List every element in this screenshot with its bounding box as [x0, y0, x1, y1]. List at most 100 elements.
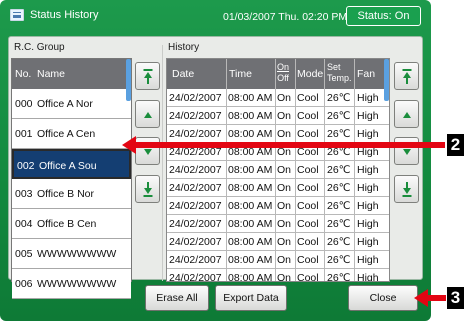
cell-time: 08:00 AM [228, 200, 273, 212]
cell-fan: High [357, 110, 379, 122]
cell-mode: Cool [297, 200, 319, 212]
export-data-button[interactable]: Export Data [215, 285, 287, 311]
rc-row-no: 004 [15, 218, 33, 230]
cell-time: 08:00 AM [228, 182, 273, 194]
rc-row-no: 000 [15, 98, 33, 110]
rc-group-row-000[interactable]: 000 Office A Nor [12, 89, 131, 119]
page-down-icon [143, 188, 152, 194]
history-page-down-button[interactable] [394, 175, 419, 203]
rc-group-row-003[interactable]: 003 Office B Nor [12, 179, 131, 209]
rc-row-no: 005 [15, 248, 33, 260]
cell-onoff: On [277, 218, 292, 230]
page-up-bar [402, 69, 411, 71]
history-page-up-button[interactable] [394, 62, 419, 90]
cell-time: 08:00 AM [228, 164, 273, 176]
history-scrollbar[interactable] [384, 59, 389, 101]
history-row: 24/02/2007 08:00 AM On Cool 26℃ High [167, 179, 389, 197]
title-bar: Status History 01/03/2007 Thu. 02:20 PM … [0, 0, 431, 32]
rc-group-row-004[interactable]: 004 Office B Cen [12, 209, 131, 239]
history-row: 24/02/2007 08:00 AM On Cool 26℃ High [167, 125, 389, 143]
cell-fan: High [357, 128, 379, 140]
header-off: Off [277, 73, 289, 83]
history-row: 24/02/2007 08:00 AM On Cool 26℃ High [167, 161, 389, 179]
rc-list-scrollbar[interactable] [126, 59, 131, 101]
status-history-window: Status History 01/03/2007 Thu. 02:20 PM … [0, 0, 431, 321]
history-row: 24/02/2007 08:00 AM On Cool 26℃ High [167, 89, 389, 107]
page-down-bar [143, 195, 152, 197]
rc-row-no: 006 [15, 278, 33, 290]
cell-onoff: On [277, 236, 292, 248]
page-up-bar [143, 69, 152, 71]
callout-3-arrowhead [414, 289, 428, 307]
scroll-up-icon [402, 112, 411, 118]
header-set: Set [327, 62, 341, 72]
cell-onoff: On [277, 92, 292, 104]
cell-date: 24/02/2007 [169, 110, 222, 122]
rc-group-row-001[interactable]: 001 Office A Cen [12, 119, 131, 149]
callout-2-number: 2 [447, 134, 464, 156]
main-panel: R.C. Group History No. Name 000 Office A… [8, 36, 423, 299]
cell-time: 08:00 AM [228, 254, 273, 266]
cell-mode: Cool [297, 218, 319, 230]
history-table[interactable]: Date Time On Off Mode Set Temp. Fan 24/0… [166, 58, 390, 282]
page-up-stem [405, 78, 408, 84]
cell-temp: 26℃ [327, 110, 351, 122]
header-on: On [277, 62, 290, 72]
cell-date: 24/02/2007 [169, 236, 222, 248]
close-button[interactable]: Close [348, 285, 418, 311]
history-row: 24/02/2007 08:00 AM On Cool 26℃ High [167, 215, 389, 233]
cell-time: 08:00 AM [228, 92, 273, 104]
cell-date: 24/02/2007 [169, 92, 222, 104]
callout-3-number: 3 [447, 287, 464, 309]
scroll-up-icon [143, 112, 152, 118]
cell-fan: High [357, 272, 379, 282]
erase-all-button[interactable]: Erase All [145, 285, 209, 311]
history-label: History [168, 42, 200, 53]
rc-page-up-button[interactable] [135, 62, 160, 90]
cell-mode: Cool [297, 92, 319, 104]
rc-group-header: No. Name [12, 59, 131, 89]
callout-2-shaft [136, 142, 445, 148]
cell-time: 08:00 AM [228, 128, 273, 140]
cell-fan: High [357, 92, 379, 104]
section-divider [162, 45, 163, 281]
cell-date: 24/02/2007 [169, 218, 222, 230]
cell-fan: High [357, 254, 379, 266]
rc-row-no: 002 [17, 160, 35, 172]
rc-scroll-up-button[interactable] [135, 100, 160, 128]
rc-row-name: Office A Sou [39, 160, 97, 172]
rc-group-label: R.C. Group [14, 42, 65, 53]
rc-group-row-005[interactable]: 005 WWWWWWWW [12, 239, 131, 269]
header-set-temp: Set Temp. [327, 62, 352, 84]
rc-group-row-002-selected[interactable]: 002 Office A Sou [12, 149, 131, 179]
cell-onoff: On [277, 254, 292, 266]
cell-temp: 26℃ [327, 254, 351, 266]
rc-row-no: 003 [15, 188, 33, 200]
rc-group-row-006[interactable]: 006 WWWWWWWW [12, 269, 131, 299]
rc-row-no: 001 [15, 128, 33, 140]
rc-page-down-button[interactable] [135, 175, 160, 203]
cell-mode: Cool [297, 182, 319, 194]
cell-temp: 26℃ [327, 200, 351, 212]
cell-fan: High [357, 182, 379, 194]
cell-fan: High [357, 200, 379, 212]
cell-mode: Cool [297, 254, 319, 266]
cell-onoff: On [277, 182, 292, 194]
callout-3-shaft [428, 295, 446, 301]
cell-mode: Cool [297, 110, 319, 122]
status-badge: Status: On [346, 6, 421, 26]
cell-date: 24/02/2007 [169, 164, 222, 176]
history-row: 24/02/2007 08:00 AM On Cool 26℃ High [167, 107, 389, 125]
cell-temp: 26℃ [327, 182, 351, 194]
cell-date: 24/02/2007 [169, 254, 222, 266]
window-icon [10, 9, 24, 21]
header-fan: Fan [357, 68, 376, 80]
history-scroll-up-button[interactable] [394, 100, 419, 128]
cell-mode: Cool [297, 128, 319, 140]
header-name: Name [37, 68, 66, 80]
rc-group-list[interactable]: No. Name 000 Office A Nor 001 Office A C… [11, 58, 132, 299]
cell-date: 24/02/2007 [169, 128, 222, 140]
cell-date: 24/02/2007 [169, 200, 222, 212]
page-down-icon [402, 188, 411, 194]
cell-onoff: On [277, 110, 292, 122]
